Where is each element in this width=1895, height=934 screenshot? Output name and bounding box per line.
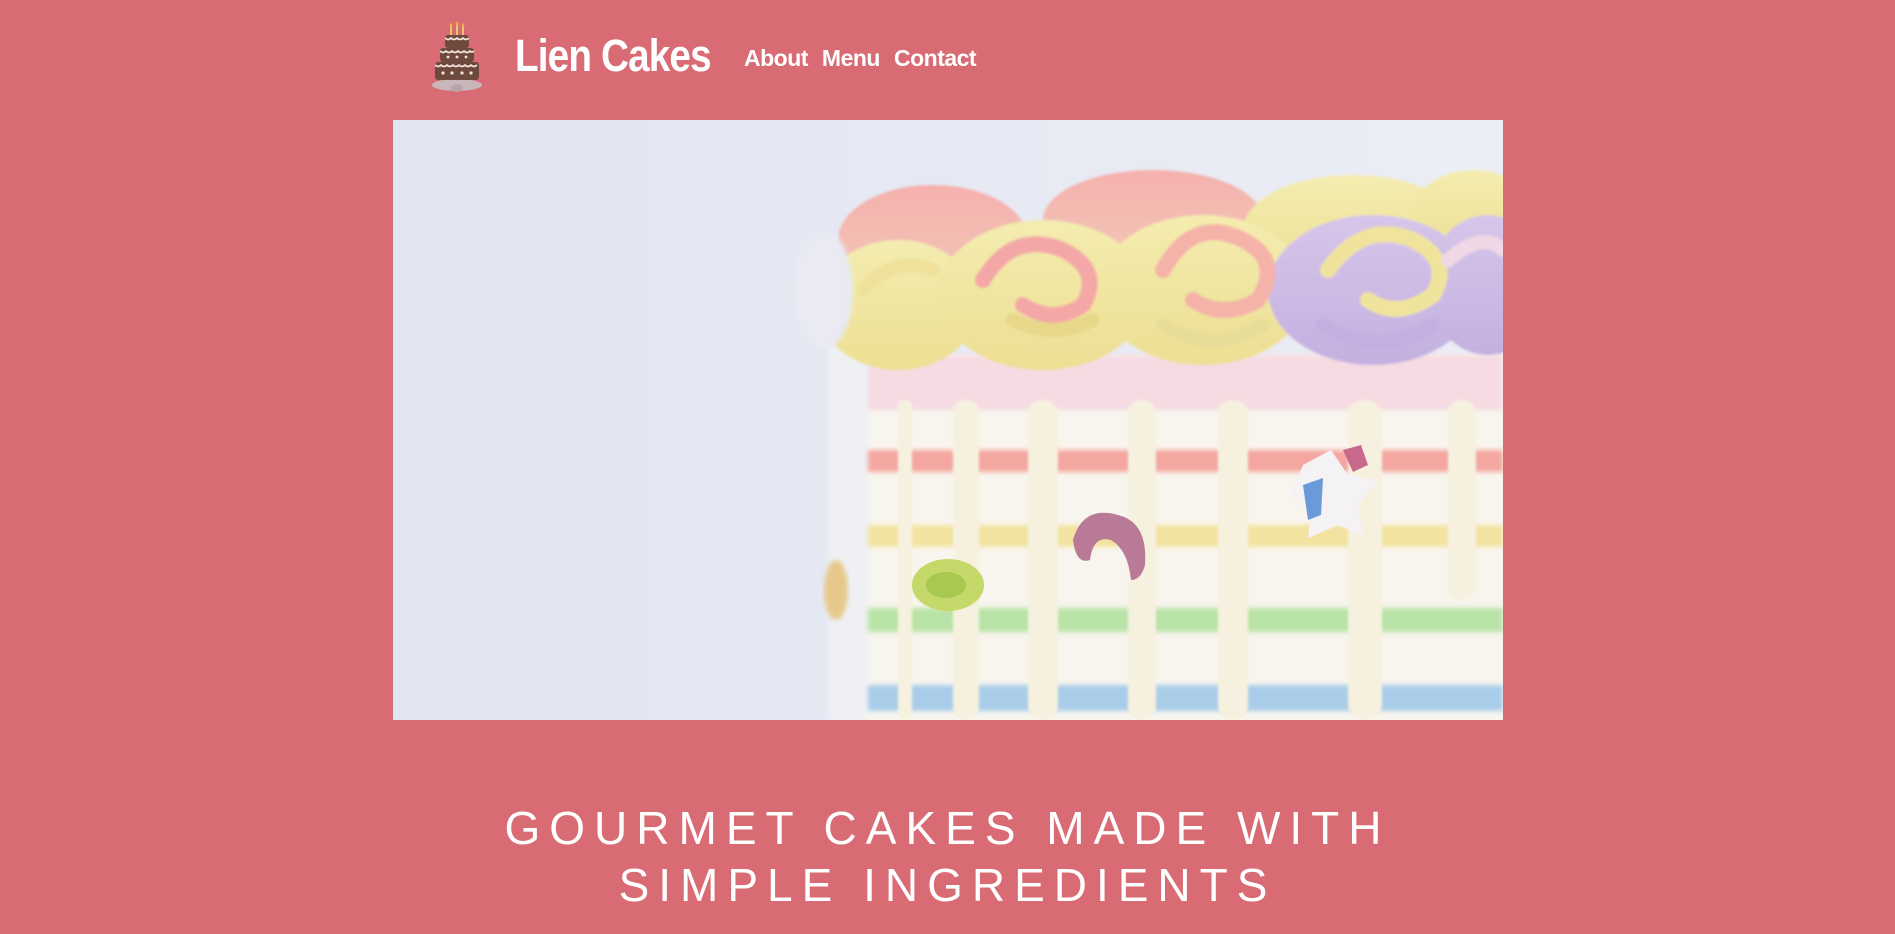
nav-link-about[interactable]: About — [744, 40, 808, 76]
tagline-line-1: GOURMET CAKES MADE WITH — [504, 802, 1391, 854]
brand-name[interactable]: Lien Cakes — [515, 28, 712, 84]
nav-link-contact[interactable]: Contact — [894, 40, 977, 76]
site-header: Lien Cakes About Menu Contact — [0, 0, 1895, 120]
tagline-line-2: SIMPLE INGREDIENTS — [618, 859, 1277, 911]
cake-icon[interactable] — [428, 22, 486, 94]
tagline: GOURMET CAKES MADE WITH SIMPLE INGREDIEN… — [0, 800, 1895, 914]
nav-link-menu[interactable]: Menu — [822, 40, 881, 76]
main-nav: About Menu Contact — [744, 40, 977, 76]
hero-image — [393, 120, 1503, 720]
